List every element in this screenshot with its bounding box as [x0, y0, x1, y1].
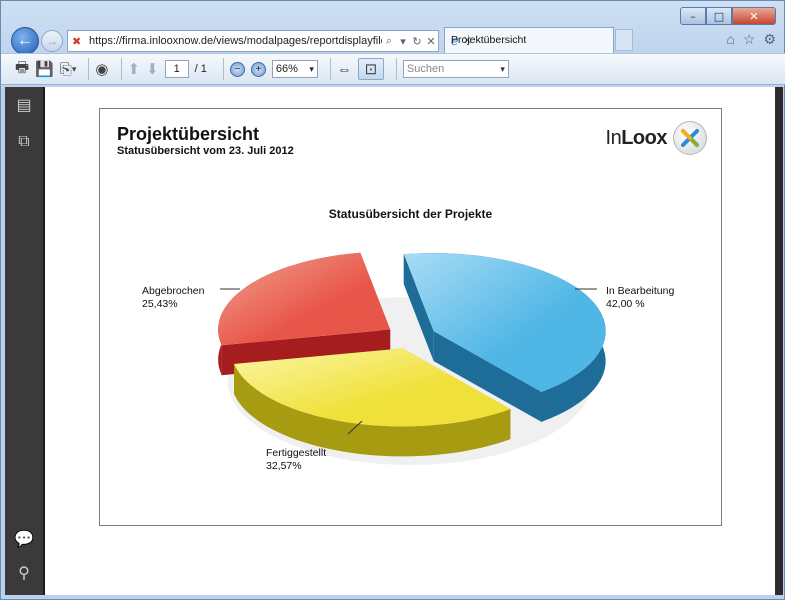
favorites-star-icon[interactable]: ☆ — [743, 31, 756, 48]
chart-label-abgebrochen: Abgebrochen 25,43% — [142, 285, 204, 311]
slice-name: Fertiggestellt — [266, 447, 327, 459]
save-button[interactable]: 💾 — [35, 58, 54, 80]
tab-report[interactable]: ℯ Projektübersicht ✕ — [444, 27, 614, 53]
window-controls: – □ ✕ — [680, 7, 776, 25]
search-placeholder: Suchen — [406, 63, 445, 75]
slice-name: Abgebrochen — [142, 285, 205, 297]
chevron-down-icon: ▾ — [309, 63, 314, 74]
stop-icon[interactable]: ✕ — [424, 35, 438, 48]
report-page: Projektübersicht Statusübersicht vom 23.… — [99, 108, 722, 526]
fit-page-button[interactable]: ⊡ — [357, 58, 384, 80]
zoom-in-button[interactable]: + — [250, 61, 266, 77]
print-button[interactable]: 🖶 — [15, 58, 29, 80]
toolbar-divider — [329, 58, 331, 80]
paperclip-icon[interactable]: ⚲ — [14, 563, 34, 583]
navigation-bar: ← → ✖ https://firma.inlooxnow.de/views/m… — [1, 27, 785, 55]
arrow-up-icon: ⬆ — [127, 61, 141, 78]
chart-label-in-bearbeitung: In Bearbeitung 42,00 % — [606, 285, 674, 311]
search-icon[interactable]: ⌕ — [382, 35, 396, 48]
pdf-toolbar: 🖶 💾 ⎘ ▾ ◉ ⬆ ⬇ 1 / 1 − + 66% ▾ ⇔ ⊡ Suchen … — [1, 53, 785, 85]
toolbar-divider — [222, 58, 224, 80]
fit-width-icon: ⇔ — [336, 60, 352, 78]
printer-icon: 🖶 — [15, 58, 30, 76]
arrow-right-icon: → — [46, 34, 58, 48]
minus-icon: − — [234, 63, 241, 75]
scroll-track[interactable] — [775, 87, 783, 595]
forward-button[interactable]: → — [41, 30, 63, 52]
toolbar-divider — [88, 58, 90, 80]
gear-icon[interactable]: ⚙ — [763, 31, 776, 48]
fit-width-button[interactable]: ⇔ — [337, 58, 352, 80]
plus-icon: + — [255, 63, 262, 75]
floppy-disk-icon: 💾 — [35, 61, 54, 78]
zoom-out-button[interactable]: − — [229, 61, 245, 77]
minimize-button[interactable]: – — [680, 7, 706, 25]
pie-slice-top — [218, 252, 391, 346]
maximize-button[interactable]: □ — [706, 7, 732, 25]
arrow-left-icon: ← — [17, 32, 33, 49]
address-bar[interactable]: ✖ https://firma.inlooxnow.de/views/modal… — [67, 30, 439, 52]
dropdown-arrow-icon[interactable]: ▾ — [396, 35, 410, 48]
share-button[interactable]: ⎘ ▾ — [60, 58, 77, 80]
toolbar-divider — [120, 58, 122, 80]
refresh-icon[interactable]: ↻ — [410, 35, 424, 48]
slice-name: In Bearbeitung — [606, 285, 675, 297]
pages-icon[interactable]: ▤ — [14, 95, 34, 115]
home-icon[interactable]: ⌂ — [726, 31, 734, 48]
chart-label-fertiggestellt: Fertiggestellt 32,57% — [266, 447, 326, 473]
comments-icon[interactable]: 💬 — [14, 529, 34, 549]
browser-window: – □ ✕ ← → ✖ https://firma.inlooxnow.de/v… — [0, 0, 785, 600]
tab-title: Projektübersicht — [451, 34, 527, 46]
browser-tools: ⌂ ☆ ⚙ — [726, 31, 776, 48]
zoom-value: 66% — [275, 63, 298, 75]
next-page-button[interactable]: ⬇ — [146, 58, 159, 80]
globe-icon: ◉ — [95, 61, 109, 78]
site-favicon-icon: ✖ — [72, 36, 82, 48]
zoom-select[interactable]: 66% ▾ — [271, 60, 318, 78]
toolbar-divider — [395, 58, 397, 80]
back-button[interactable]: ← — [11, 27, 39, 55]
slice-value: 32,57% — [266, 460, 302, 472]
pdf-side-panel: ▤ ⧉ 💬 ⚲ — [5, 87, 43, 595]
fit-page-icon: ⊡ — [364, 61, 378, 78]
page-total: / 1 — [194, 63, 207, 75]
slice-value: 42,00 % — [606, 298, 645, 310]
document-area: Projektübersicht Statusübersicht vom 23.… — [43, 87, 775, 595]
page-number-input[interactable]: 1 — [164, 60, 189, 78]
share-icon: ⎘ — [59, 60, 72, 78]
search-input[interactable]: Suchen ▾ — [402, 60, 509, 78]
pie-chart — [218, 252, 606, 465]
arrow-down-icon: ⬇ — [146, 61, 159, 78]
address-url[interactable]: https://firma.inlooxnow.de/views/modalpa… — [89, 35, 382, 47]
previous-page-button[interactable]: ⬆ — [128, 58, 141, 80]
create-pdf-button[interactable]: ◉ — [95, 58, 108, 80]
new-tab-button[interactable] — [615, 29, 633, 51]
chevron-down-icon: ▾ — [71, 63, 77, 74]
chevron-down-icon: ▾ — [500, 63, 505, 74]
close-window-button[interactable]: ✕ — [732, 7, 776, 25]
bookmarks-icon[interactable]: ⧉ — [14, 133, 34, 153]
slice-value: 25,43% — [142, 298, 178, 310]
